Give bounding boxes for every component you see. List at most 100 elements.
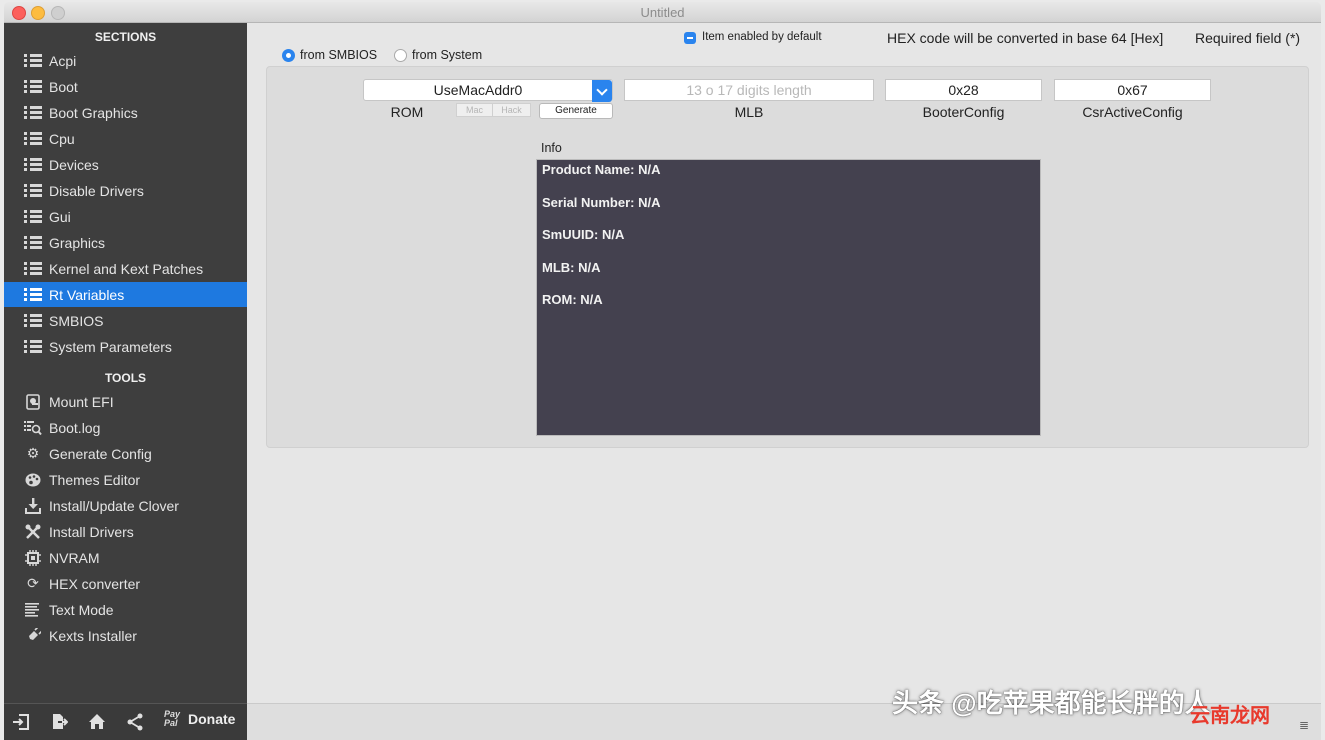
list-icon: [22, 157, 44, 173]
sidebar-tool-themes-editor[interactable]: Themes Editor: [4, 467, 247, 492]
sidebar-tool-mount-efi[interactable]: Mount EFI: [4, 389, 247, 414]
sidebar-tool-generate-config[interactable]: ⚙ Generate Config: [4, 441, 247, 466]
from-system-label: from System: [412, 48, 483, 62]
item-enabled-label: Item enabled by default: [702, 31, 822, 43]
log-search-icon: [22, 420, 44, 436]
donate-button[interactable]: Pay Pal Donate: [164, 710, 235, 728]
sidebar-item-label: NVRAM: [49, 549, 100, 566]
list-icon: [22, 261, 44, 277]
sidebar-item-label: Devices: [49, 156, 99, 173]
refresh-icon: ⟳: [27, 575, 39, 591]
info-product-name: Product Name: N/A: [542, 162, 661, 177]
list-icon: [22, 313, 44, 329]
mlb-caption: MLB: [734, 104, 764, 120]
sidebar-item-label: Rt Variables: [49, 286, 125, 303]
sidebar-tool-boot-log[interactable]: Boot.log: [4, 415, 247, 440]
sidebar-item-label: Install Drivers: [49, 523, 134, 540]
info-label: Info: [541, 141, 562, 155]
hack-segment[interactable]: Hack: [492, 103, 531, 117]
sidebar-item-label: Boot: [49, 78, 78, 95]
sidebar-item-label: Boot.log: [49, 419, 101, 436]
mac-segment[interactable]: Mac: [456, 103, 493, 117]
info-smuuid: SmUUID: N/A: [542, 227, 625, 242]
sections-heading: SECTIONS: [94, 30, 157, 44]
tools-heading: TOOLS: [104, 371, 147, 385]
item-enabled-checkbox[interactable]: [684, 32, 696, 44]
csr-active-config-caption: CsrActiveConfig: [1082, 104, 1183, 120]
sidebar-tool-hex-converter[interactable]: ⟳ HEX converter: [4, 571, 247, 596]
from-system-radio[interactable]: [394, 49, 407, 62]
sidebar-tool-nvram[interactable]: NVRAM: [4, 545, 247, 570]
list-icon: [22, 235, 44, 251]
rt-variables-panel: UseMacAddr0 ROM Mac Hack Generate 13 o 1…: [266, 66, 1309, 448]
sidebar-item-boot[interactable]: Boot: [4, 74, 247, 99]
sidebar-tool-install-update-clover[interactable]: Install/Update Clover: [4, 493, 247, 518]
sidebar-item-rt-variables[interactable]: Rt Variables: [4, 282, 247, 307]
sidebar-item-smbios[interactable]: SMBIOS: [4, 308, 247, 333]
home-icon[interactable]: [88, 713, 106, 736]
sidebar-item-label: Cpu: [49, 130, 75, 147]
info-box: Product Name: N/A Serial Number: N/A SmU…: [536, 159, 1041, 436]
from-smbios-radio[interactable]: [282, 49, 295, 62]
sidebar-item-label: Graphics: [49, 234, 106, 251]
list-icon: [22, 287, 44, 303]
list-icon: [22, 53, 44, 69]
sidebar-item-boot-graphics[interactable]: Boot Graphics: [4, 100, 247, 125]
sidebar-item-devices[interactable]: Devices: [4, 152, 247, 177]
rom-caption: ROM: [390, 104, 424, 120]
generate-button[interactable]: Generate: [539, 103, 613, 119]
sidebar-item-label: Install/Update Clover: [49, 497, 179, 514]
sidebar-item-gui[interactable]: Gui: [4, 204, 247, 229]
sidebar-item-label: Kexts Installer: [49, 627, 137, 644]
sidebar-item-label: Kernel and Kext Patches: [49, 260, 204, 277]
window-title: Untitled: [640, 5, 685, 20]
share-icon[interactable]: [126, 713, 144, 736]
sidebar-tool-text-mode[interactable]: Text Mode: [4, 597, 247, 622]
from-smbios-label: from SMBIOS: [300, 48, 378, 62]
sidebar-item-system-parameters[interactable]: System Parameters: [4, 334, 247, 359]
export-icon[interactable]: [50, 713, 69, 736]
hex-note: HEX code will be converted in base 64 [H…: [887, 30, 1164, 46]
plug-icon: [22, 627, 44, 644]
sidebar-item-cpu[interactable]: Cpu: [4, 126, 247, 151]
resize-grip-icon[interactable]: ≣: [1299, 718, 1309, 732]
list-icon: [22, 209, 44, 225]
app-window: Untitled SECTIONS Acpi Boot Boot Graphic…: [4, 2, 1321, 740]
sidebar-item-acpi[interactable]: Acpi: [4, 48, 247, 73]
import-icon[interactable]: [12, 713, 30, 736]
sidebar-item-kernel-kext-patches[interactable]: Kernel and Kext Patches: [4, 256, 247, 281]
sidebar-item-label: Boot Graphics: [49, 104, 138, 121]
rom-value: UseMacAddr0: [433, 82, 523, 98]
text-lines-icon: [22, 602, 44, 618]
sidebar-bottom-bar: Pay Pal Donate: [4, 703, 247, 740]
sidebar: SECTIONS Acpi Boot Boot Graphics Cpu Dev…: [4, 23, 247, 740]
rom-dropdown[interactable]: UseMacAddr0: [363, 79, 613, 102]
chevron-down-icon[interactable]: [592, 80, 612, 102]
tools-icon: [22, 524, 44, 540]
sidebar-item-disable-drivers[interactable]: Disable Drivers: [4, 178, 247, 203]
sidebar-tool-kexts-installer[interactable]: Kexts Installer: [4, 623, 247, 648]
info-mlb: MLB: N/A: [542, 260, 601, 275]
sidebar-item-graphics[interactable]: Graphics: [4, 230, 247, 255]
booter-config-caption: BooterConfig: [922, 104, 1005, 120]
sidebar-item-label: Themes Editor: [49, 471, 141, 488]
watermark-text: 头条 @吃苹果都能长胖的人: [892, 688, 1211, 718]
required-note: Required field (*): [1195, 30, 1301, 46]
gears-icon: ⚙: [26, 445, 40, 461]
mlb-input[interactable]: 13 o 17 digits length: [624, 79, 874, 101]
sidebar-tool-install-drivers[interactable]: Install Drivers: [4, 519, 247, 544]
donate-label: Donate: [188, 711, 236, 727]
list-icon: [22, 79, 44, 95]
watermark-site: 云南龙网: [1190, 705, 1270, 727]
booter-config-input[interactable]: 0x28: [885, 79, 1042, 101]
download-icon: [22, 497, 44, 514]
paypal-icon: Pay Pal: [164, 709, 181, 728]
sidebar-item-label: Mount EFI: [49, 393, 114, 410]
list-icon: [22, 105, 44, 121]
sidebar-item-label: Generate Config: [49, 445, 152, 462]
list-icon: [22, 339, 44, 355]
csr-active-config-input[interactable]: 0x67: [1054, 79, 1211, 101]
sidebar-item-label: Acpi: [49, 52, 77, 69]
sidebar-item-label: Gui: [49, 208, 71, 225]
main-content: from SMBIOS from System Item enabled by …: [247, 23, 1321, 740]
